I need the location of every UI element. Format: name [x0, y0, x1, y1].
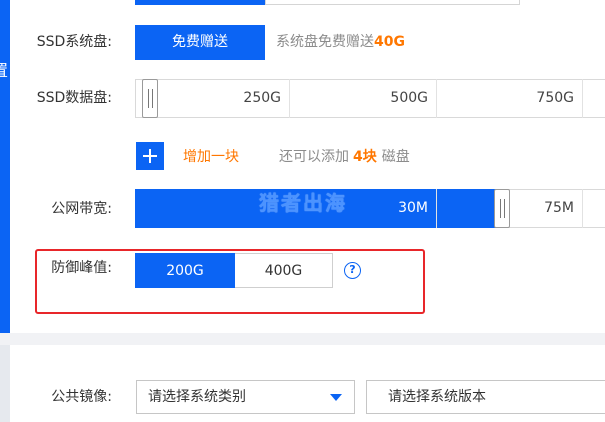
- data-disk-tick[interactable]: 500G: [290, 79, 437, 118]
- grip-line: [503, 199, 505, 218]
- annotation-highlight-box: [35, 249, 425, 314]
- section-side-label: 置: [0, 61, 9, 80]
- remaining-disks-note: 还可以添加 4块 磁盘: [279, 147, 410, 167]
- bandwidth-tick[interactable]: 75M: [437, 189, 583, 228]
- plus-icon: [149, 149, 151, 163]
- add-disk-button[interactable]: [136, 142, 164, 170]
- prev-option[interactable]: [265, 0, 520, 5]
- data-disk-slider[interactable]: 250G 500G 750G: [135, 79, 605, 118]
- data-disk-slider-handle[interactable]: [142, 79, 158, 118]
- prev-option-selected[interactable]: [135, 0, 265, 5]
- system-type-select[interactable]: 请选择系统类别: [136, 380, 355, 414]
- system-version-placeholder: 请选择系统版本: [388, 389, 486, 405]
- system-disk-label: SSD系统盘:: [36, 34, 112, 50]
- system-type-placeholder: 请选择系统类别: [148, 389, 246, 405]
- data-disk-tick[interactable]: 750G: [437, 79, 583, 118]
- add-disk-link[interactable]: 增加一块: [183, 147, 239, 167]
- system-disk-note-amount: 40G: [374, 34, 405, 50]
- grip-line: [152, 89, 153, 108]
- remaining-disks-suffix: 磁盘: [381, 149, 410, 165]
- system-disk-note: 系统盘免费赠送40G: [276, 32, 405, 52]
- bandwidth-label: 公网带宽:: [51, 201, 112, 217]
- bandwidth-slider-handle[interactable]: [493, 189, 510, 228]
- public-image-label: 公共镜像:: [51, 389, 112, 405]
- bandwidth-slider[interactable]: 30M 75M: [135, 189, 605, 228]
- data-disk-label: SSD数据盘:: [36, 90, 112, 106]
- system-disk-note-text: 系统盘免费赠送: [276, 34, 374, 50]
- grip-line: [148, 89, 149, 108]
- remaining-disks-text: 还可以添加: [279, 149, 349, 165]
- data-disk-tick-empty[interactable]: [583, 79, 605, 118]
- system-version-select[interactable]: 请选择系统版本: [366, 380, 605, 414]
- bandwidth-tick-empty[interactable]: [583, 189, 605, 228]
- free-gift-button[interactable]: 免费赠送: [135, 25, 265, 60]
- grip-line: [499, 199, 501, 218]
- caret-down-icon[interactable]: [330, 394, 342, 401]
- watermark: 猎者出海: [259, 191, 347, 215]
- data-disk-tick[interactable]: 250G: [135, 79, 290, 118]
- image-section-side-bar: [0, 345, 10, 422]
- remaining-disks-count: 4块: [353, 149, 377, 165]
